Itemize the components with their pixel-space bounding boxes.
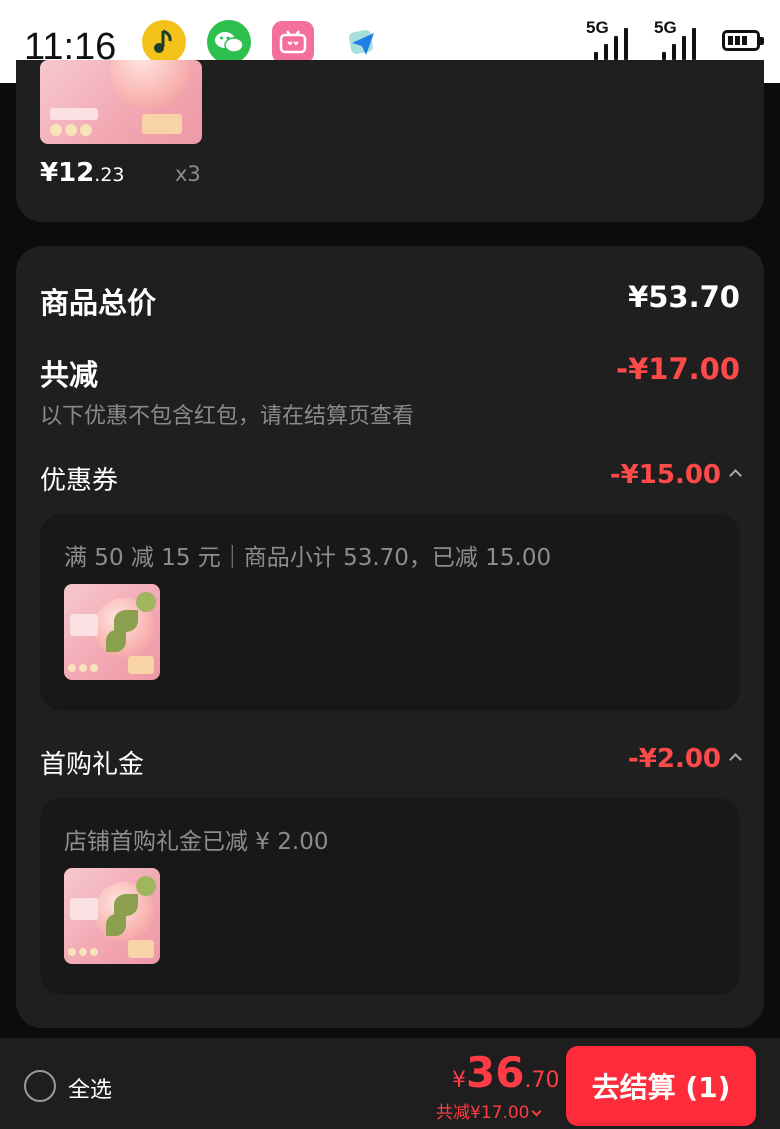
total-decimal: .70 (524, 1068, 560, 1093)
total-integer: 36 (466, 1048, 525, 1097)
signal-2-label: 5G (654, 18, 677, 37)
item-price: ¥12.23 (40, 158, 125, 188)
goods-total-value: ¥53.70 (628, 280, 740, 314)
total-currency: ¥ (452, 1068, 466, 1093)
coupon-value: -¥15.00 (609, 460, 721, 490)
wechat-icon (207, 20, 251, 64)
product-thumbnail[interactable] (40, 60, 202, 144)
select-all-label[interactable]: 全选 (68, 1072, 112, 1104)
chevron-up-icon (729, 753, 742, 766)
coupon-detail-text: 满 50 减 15 元｜商品小计 53.70，已减 15.00 (64, 545, 552, 571)
bilibili-icon (272, 21, 314, 63)
total-discount-label: 共减 (40, 358, 99, 392)
checkout-bar: 全选 ¥36.70 共减¥17.00 去结算 (1) (0, 1038, 780, 1129)
music-app-icon (142, 20, 186, 64)
total-price: ¥36.70 (452, 1048, 559, 1097)
first-purchase-value: -¥2.00 (627, 744, 721, 774)
goods-total-label: 商品总价 (40, 286, 157, 320)
select-all-checkbox[interactable] (24, 1070, 56, 1102)
coupon-detail-box: 满 50 减 15 元｜商品小计 53.70，已减 15.00 (40, 514, 740, 711)
chevron-down-icon (532, 1106, 542, 1117)
signal-1-icon: 5G (586, 18, 638, 64)
chevron-up-icon (729, 469, 742, 482)
first-purchase-detail-text: 店铺首购礼金已减 ¥ 2.00 (64, 829, 329, 855)
discount-note: 以下优惠不包含红包，请在结算页查看 (40, 404, 415, 429)
price-summary-card: 商品总价 ¥53.70 共减 -¥17.00 以下优惠不包含红包，请在结算页查看… (16, 246, 764, 1028)
discount-summary-text: 共减¥17.00 (436, 1103, 530, 1123)
first-purchase-label: 首购礼金 (40, 750, 145, 780)
coupon-product-thumbnail[interactable] (64, 584, 160, 680)
first-purchase-toggle[interactable]: -¥2.00 (627, 744, 742, 774)
coupon-toggle[interactable]: -¥15.00 (609, 460, 742, 490)
coupon-label: 优惠券 (40, 466, 119, 496)
first-purchase-detail-box: 店铺首购礼金已减 ¥ 2.00 (40, 798, 740, 995)
battery-icon (722, 30, 764, 51)
first-purchase-product-thumbnail[interactable] (64, 868, 160, 964)
discount-summary[interactable]: 共减¥17.00 (436, 1098, 542, 1123)
checkout-button[interactable]: 去结算 (1) (566, 1046, 756, 1126)
cart-item-card: ¥12.23 x3 (16, 60, 764, 222)
signal-1-label: 5G (586, 18, 609, 37)
send-app-icon (340, 20, 384, 64)
total-discount-value: -¥17.00 (616, 352, 740, 386)
signal-2-icon: 5G (654, 18, 706, 64)
item-quantity: x3 (175, 162, 201, 186)
